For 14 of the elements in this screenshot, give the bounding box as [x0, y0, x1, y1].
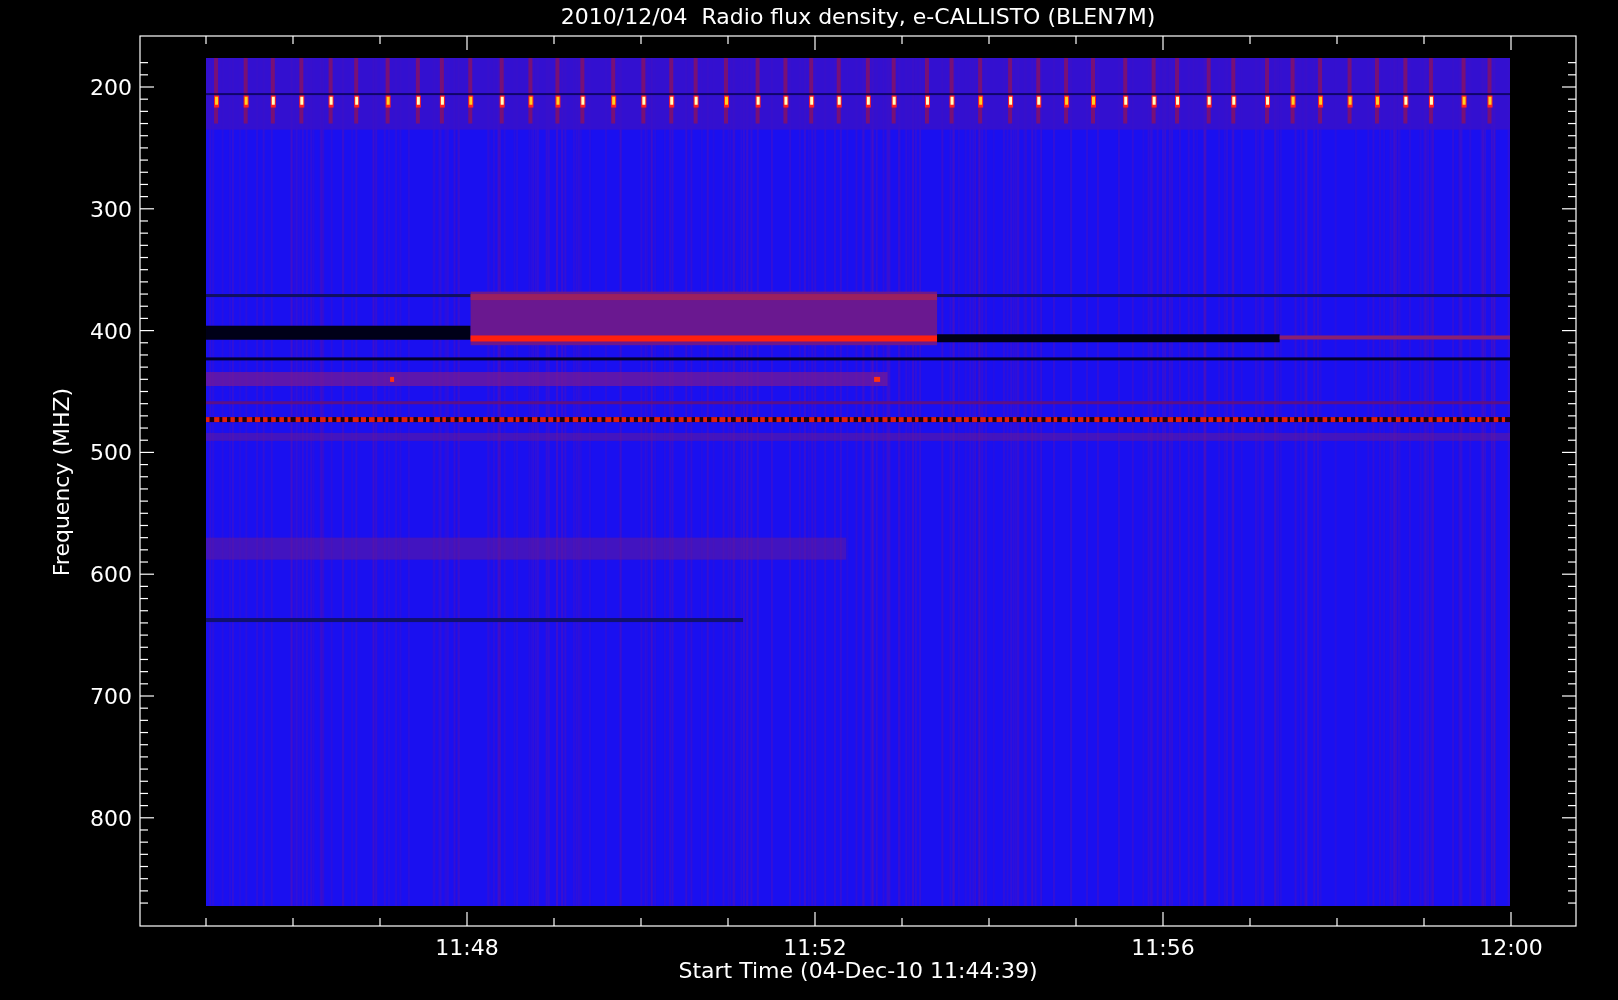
- tick-label: 200: [90, 75, 132, 100]
- tick-label: 11:52: [783, 935, 847, 960]
- tick-label: 12:00: [1479, 935, 1543, 960]
- axis-label: Start Time (04-Dec-10 11:44:39): [678, 958, 1038, 983]
- tick-label: 11:48: [435, 935, 499, 960]
- plot-title: 2010/12/04 Radio flux density, e-CALLISTO (BLEN7M): [560, 4, 1156, 29]
- tick-label: 500: [90, 440, 132, 466]
- tick-label: 11:56: [1131, 935, 1195, 960]
- tick-label: 700: [90, 684, 132, 709]
- tick-label: 600: [90, 562, 132, 588]
- tick-label: 400: [90, 318, 132, 344]
- tick-label: 800: [90, 805, 132, 831]
- tick-label: 300: [90, 196, 132, 222]
- axis-label: Frequency (MHZ): [49, 387, 74, 577]
